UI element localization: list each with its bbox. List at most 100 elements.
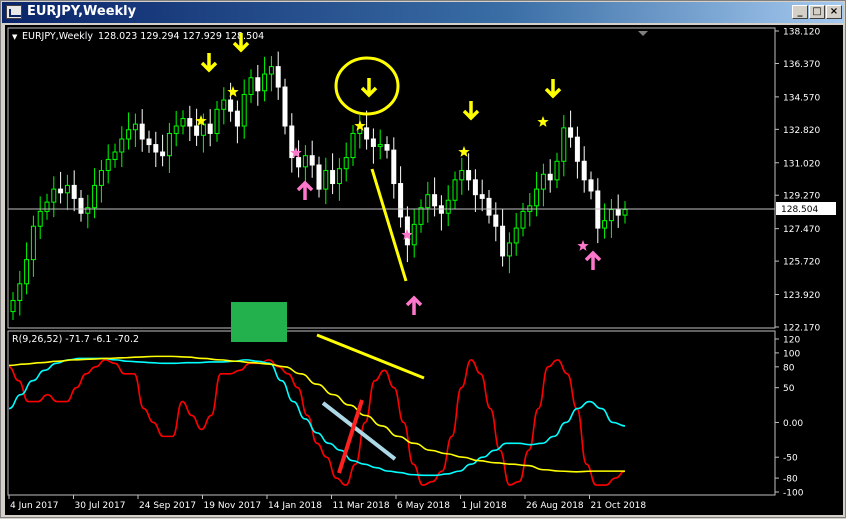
time-tick-label: 4 Jun 2017 — [10, 501, 58, 511]
candle-body — [98, 170, 104, 186]
candle-body — [296, 157, 302, 168]
shift-marker-icon — [638, 31, 648, 36]
candle-body — [377, 144, 383, 147]
candle-body — [534, 188, 540, 207]
yellow-star-icon — [537, 116, 549, 127]
indicator-tick-label: -50 — [783, 454, 798, 464]
indicator-tick-label: 100 — [783, 349, 800, 359]
time-tick-label: 21 Oct 2018 — [591, 501, 647, 511]
candle-body — [200, 123, 206, 136]
price-tick-label: 134.570 — [783, 93, 820, 103]
candle-body — [602, 220, 608, 229]
close-button[interactable]: × — [826, 5, 842, 19]
candle-body — [608, 209, 614, 222]
candle-body — [302, 155, 308, 168]
candle-body — [513, 227, 519, 244]
title-bar[interactable]: EURJPY,Weekly _ □ × — [2, 2, 844, 23]
yellow-star-icon — [458, 146, 470, 157]
candle-body — [615, 209, 621, 216]
maximize-button[interactable]: □ — [809, 5, 825, 19]
indicator-lines-group — [8, 355, 626, 486]
pink-star-icon — [577, 240, 589, 251]
candle-body — [214, 108, 220, 134]
candle-body — [78, 197, 84, 214]
time-tick-label: 19 Nov 2017 — [204, 501, 262, 511]
candle-body — [574, 136, 580, 162]
chart-window-icon — [6, 5, 22, 19]
candle-body — [384, 144, 390, 151]
candle-body — [547, 173, 553, 181]
minimize-button[interactable]: _ — [792, 5, 808, 19]
yellow-indicator-line — [8, 355, 625, 473]
candle-body — [119, 138, 125, 153]
candle-body — [472, 179, 478, 196]
indicator-tick-label: 120 — [783, 336, 800, 346]
candle-body — [500, 225, 506, 257]
candle-body — [153, 144, 159, 153]
candle-body — [343, 157, 349, 170]
candle-body — [126, 129, 132, 140]
candle-body — [17, 283, 23, 301]
candle-body — [44, 201, 50, 212]
candle-body — [540, 173, 546, 190]
candle-body — [445, 199, 451, 214]
candle-body — [411, 223, 417, 246]
candle-body — [622, 209, 628, 216]
price-tick-label: 132.820 — [783, 126, 820, 136]
candle-body — [466, 170, 472, 181]
candle-body — [24, 259, 30, 285]
candle-body — [160, 151, 166, 157]
price-tick-label: 129.270 — [783, 192, 820, 202]
indicator-tick-label: 0.00 — [783, 419, 803, 429]
candle-body — [241, 93, 247, 127]
indicator-tick-label: -100 — [783, 489, 804, 499]
time-tick-label: 30 Jul 2017 — [75, 501, 126, 511]
price-tick-label: 138.120 — [783, 28, 820, 38]
yellow-divergence-line[interactable] — [316, 333, 425, 380]
indicator-axis: 120 100 80 50 0.00 -50 -80 -100 — [775, 336, 804, 499]
candle-body — [51, 188, 57, 203]
yellow-down-arrow-icon — [462, 101, 480, 121]
price-tick-label: 136.370 — [783, 60, 820, 70]
indicator-tick-label: 80 — [783, 363, 795, 373]
time-tick-label: 14 Jan 2018 — [268, 501, 322, 511]
highlight-circle[interactable] — [334, 56, 400, 116]
price-tick-label: 122.170 — [783, 324, 820, 334]
candle-body — [58, 188, 64, 194]
candle-body — [479, 194, 485, 199]
annotations — [231, 56, 425, 474]
candle-body — [64, 184, 70, 194]
indicator-header: R(9,26,52) -71.7 -6.1 -70.2 — [12, 334, 139, 345]
yellow-down-arrow-icon — [360, 78, 378, 98]
candle-body — [350, 132, 356, 159]
candle-body — [207, 123, 213, 134]
candle-body — [268, 66, 274, 75]
candle-body — [486, 197, 492, 216]
candle-body — [194, 125, 200, 136]
yellow-down-arrow-icon — [544, 79, 562, 99]
candle-body — [506, 242, 512, 257]
green-rectangle[interactable] — [231, 302, 287, 342]
candle-body — [248, 77, 254, 95]
candle-body — [275, 66, 281, 88]
candle-body — [452, 179, 458, 201]
candle-body — [432, 194, 438, 207]
price-tick-label: 127.470 — [783, 225, 820, 235]
chart-window: EURJPY,Weekly _ □ × ▼ EURJPY,Weekly 128.… — [0, 0, 846, 518]
candle-body — [316, 164, 322, 190]
candle-body — [493, 214, 499, 227]
chart-area[interactable]: ▼ EURJPY,Weekly 128.023 129.294 127.929 … — [5, 25, 843, 515]
price-axis: 138.120 136.370 134.570 132.820 131.020 129.2… — [775, 28, 820, 334]
chart-svg[interactable]: ▼ EURJPY,Weekly 128.023 129.294 127.929 … — [5, 25, 843, 515]
candle-body — [10, 299, 16, 313]
time-tick-label: 1 Jul 2018 — [462, 501, 507, 511]
candle-body — [71, 184, 77, 199]
time-tick-label: 24 Sep 2017 — [139, 501, 196, 511]
candle-body — [336, 168, 342, 185]
time-tick-label: 11 Mar 2018 — [333, 501, 390, 511]
candle-body — [180, 118, 186, 127]
candle-body — [105, 158, 111, 172]
candle-body — [30, 225, 36, 261]
candle-body — [418, 207, 424, 225]
header-collapse-icon[interactable]: ▼ — [12, 33, 18, 41]
